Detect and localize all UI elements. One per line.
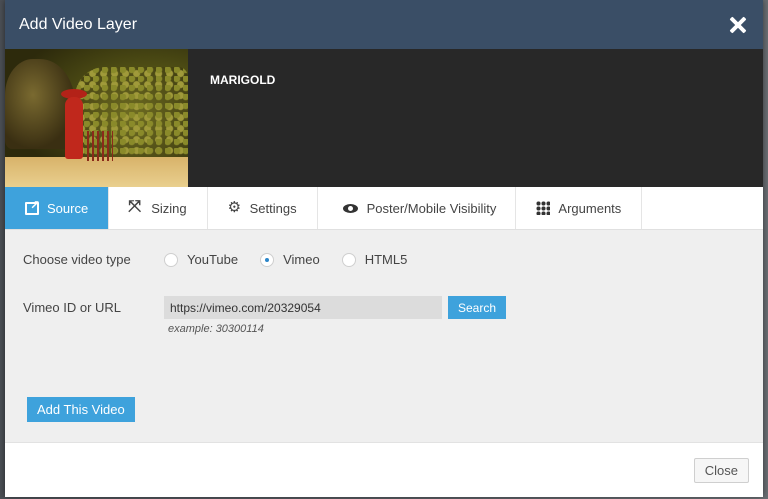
tab-label: Settings: [249, 200, 297, 216]
tab-sizing[interactable]: Sizing: [109, 187, 208, 229]
radio-button[interactable]: [341, 252, 356, 267]
vimeo-id-input[interactable]: [164, 296, 442, 319]
tab-source[interactable]: Source: [5, 187, 110, 229]
grid-icon: [536, 201, 551, 215]
dialog-title: Add Video Layer: [19, 15, 138, 33]
add-this-video-button[interactable]: Add This Video: [27, 397, 135, 422]
video-thumbnail: [5, 49, 188, 187]
dialog-titlebar: Add Video Layer: [5, 0, 763, 49]
vimeo-id-label: Vimeo ID or URL: [23, 300, 122, 315]
tab-settings[interactable]: Settings: [208, 187, 318, 229]
tab-label: Arguments: [558, 200, 622, 216]
example-hint: example: 30300114: [168, 323, 264, 335]
sizing-icon: [128, 198, 143, 216]
video-type-label: Choose video type: [23, 252, 131, 267]
radio-vimeo[interactable]: Vimeo: [260, 252, 320, 267]
tab-label: Source: [47, 200, 89, 216]
radio-label: Vimeo: [283, 252, 320, 267]
close-icon[interactable]: [727, 14, 749, 36]
vimeo-id-row: Vimeo ID or URL Search: [23, 296, 507, 319]
source-panel: Choose video type YouTube Vimeo HTML5 Vi…: [5, 230, 763, 442]
source-icon: [25, 198, 40, 215]
video-name: MARIGOLD: [210, 73, 276, 87]
tab-bar: Source Sizing Settings Poster/Mobile Vis…: [5, 187, 763, 230]
radio-label: HTML5: [364, 252, 408, 267]
eye-icon: [342, 201, 359, 215]
close-button[interactable]: Close: [693, 458, 749, 483]
tab-poster-mobile-visibility[interactable]: Poster/Mobile Visibility: [318, 187, 517, 229]
tab-arguments[interactable]: Arguments: [516, 187, 643, 229]
radio-button[interactable]: [260, 252, 275, 267]
tab-label: Sizing: [151, 200, 187, 216]
tab-label: Poster/Mobile Visibility: [366, 200, 497, 216]
radio-label: YouTube: [187, 252, 239, 267]
video-type-radio-group: YouTube Vimeo HTML5: [164, 252, 429, 267]
dialog-footer: Close: [5, 442, 763, 497]
add-video-layer-dialog: Add Video Layer MARIGOLD Source Sizing S…: [5, 0, 763, 497]
video-type-row: Choose video type YouTube Vimeo HTML5: [23, 252, 429, 267]
search-button[interactable]: Search: [448, 296, 507, 319]
radio-html5[interactable]: HTML5: [341, 252, 408, 267]
gear-icon: [228, 198, 242, 216]
video-preview: MARIGOLD: [5, 49, 763, 187]
radio-youtube[interactable]: YouTube: [164, 252, 238, 267]
radio-button[interactable]: [164, 252, 178, 267]
